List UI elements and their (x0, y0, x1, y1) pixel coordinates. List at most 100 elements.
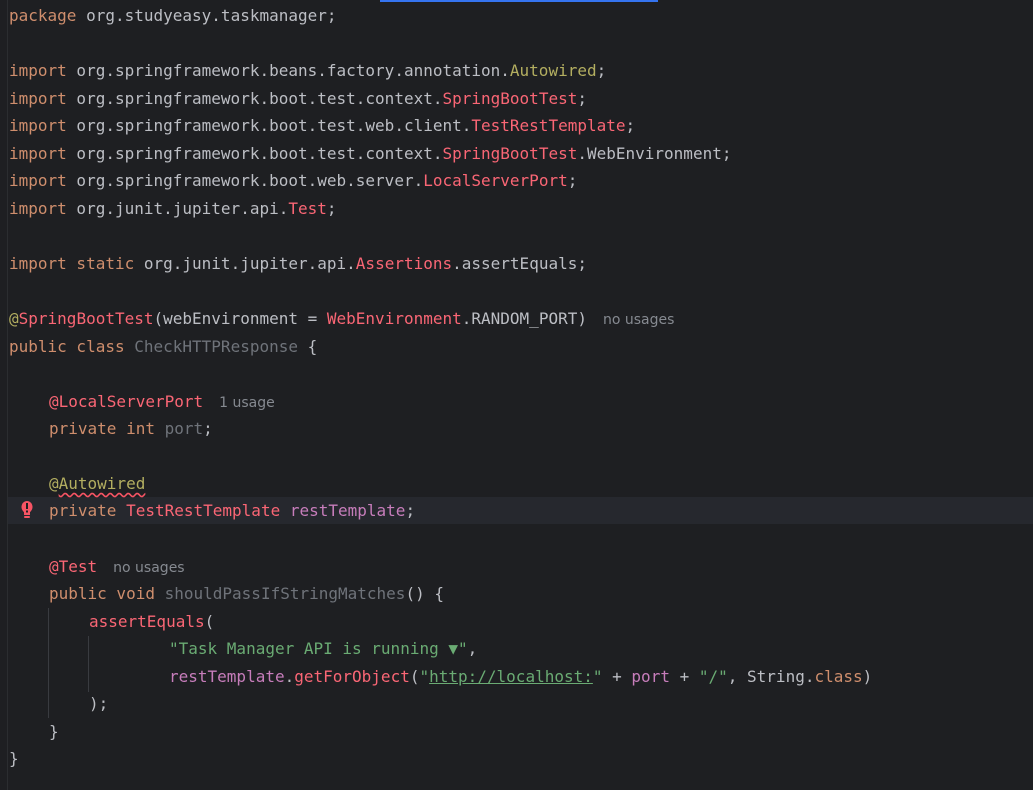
code-line-import[interactable]: import org.springframework.boot.test.web… (9, 112, 635, 140)
import-end: ; (567, 171, 578, 190)
method-name: shouldPassIfStringMatches (164, 584, 406, 603)
import-end: ; (596, 61, 607, 80)
close-paren: ) (862, 667, 873, 686)
import-class: Autowired (509, 61, 597, 80)
code-line-expected-arg[interactable]: "Task Manager API is running ▼", (169, 635, 477, 663)
import-path: org.springframework.boot.test.web.client… (66, 116, 472, 135)
keyword-package: package (9, 6, 77, 25)
semicolon: ; (405, 501, 416, 520)
code-line-import[interactable]: import org.springframework.beans.factory… (9, 57, 606, 85)
gutter-separator (7, 0, 8, 790)
code-line-close-method[interactable]: } (49, 718, 59, 746)
code-line-import[interactable]: import org.springframework.boot.test.con… (9, 140, 731, 168)
indent-guide (48, 608, 49, 718)
type-test-rest-template: TestRestTemplate (126, 501, 281, 520)
code-line-actual-arg[interactable]: restTemplate.getForObject("http://localh… (169, 663, 872, 691)
keyword-import-static: import static (9, 254, 135, 273)
field-rest-template-ref: restTemplate (169, 667, 285, 686)
indent-guide (88, 636, 89, 692)
url-link[interactable]: http://localhost: (429, 667, 593, 686)
import-end: .WebEnvironment; (577, 144, 732, 163)
code-line-autowired-annotation[interactable]: @Autowired (49, 470, 145, 498)
code-line-template-field[interactable]: private TestRestTemplate restTemplate; (49, 497, 415, 525)
usage-hint[interactable]: no usages (603, 312, 674, 328)
error-bulb-icon[interactable] (19, 500, 35, 522)
annotation-autowired[interactable]: Autowired (59, 474, 146, 493)
open-brace: { (298, 337, 318, 356)
annotation-test: @Test (49, 557, 98, 576)
field-port: port (164, 419, 204, 438)
open-paren: ( (204, 612, 215, 631)
method-assert-equals: assertEquals (89, 612, 205, 631)
enum-value: .RANDOM_PORT) (461, 309, 587, 328)
import-end: ; (326, 199, 337, 218)
keyword-import: import (9, 61, 67, 80)
string-quote: " (419, 667, 430, 686)
annotation-at: @ (9, 309, 19, 328)
comma: , (467, 639, 478, 658)
string-class-ref: , String. (727, 667, 815, 686)
import-class: SpringBootTest (442, 144, 578, 163)
import-path: org.springframework.boot.test.context. (66, 89, 443, 108)
annotation-local-server-port: @LocalServerPort (49, 392, 204, 411)
import-end: ; (625, 116, 636, 135)
keyword-import: import (9, 89, 67, 108)
code-line-class-declaration[interactable]: public class CheckHTTPResponse { (9, 333, 317, 361)
code-line-import[interactable]: import org.springframework.boot.web.serv… (9, 167, 577, 195)
code-line-package[interactable]: package org.studyeasy.taskmanager; (9, 2, 337, 30)
keyword-import: import (9, 171, 67, 190)
import-path: org.junit.jupiter.api. (66, 199, 289, 218)
code-line-import-static[interactable]: import static org.junit.jupiter.api.Asse… (9, 250, 587, 278)
annotation-at: @ (49, 474, 59, 493)
import-end: .assertEquals; (452, 254, 587, 273)
import-class: LocalServerPort (423, 171, 568, 190)
import-path: org.springframework.boot.web.server. (66, 171, 424, 190)
method-params: () { (405, 584, 444, 603)
plus-operator: + (602, 667, 632, 686)
code-line-close-call[interactable]: ); (89, 690, 108, 718)
code-line-assert-call[interactable]: assertEquals( (89, 608, 214, 636)
code-line-class-annotation[interactable]: @SpringBootTest(webEnvironment = WebEnvi… (9, 305, 674, 333)
string-expected: "Task Manager API is running ▼" (169, 639, 468, 658)
import-path: org.springframework.beans.factory.annota… (66, 61, 510, 80)
package-name: org.studyeasy.taskmanager; (76, 6, 337, 25)
code-line-import[interactable]: import org.junit.jupiter.api.Test; (9, 195, 337, 223)
keyword-public-void: public void (49, 584, 155, 603)
import-path: org.springframework.boot.test.context. (66, 144, 443, 163)
import-path: org.junit.jupiter.api. (134, 254, 356, 273)
keyword-import: import (9, 199, 67, 218)
usage-hint[interactable]: no usages (113, 560, 184, 576)
code-line-method-declaration[interactable]: public void shouldPassIfStringMatches() … (49, 580, 444, 608)
close-brace: } (9, 749, 19, 768)
string-quote: " (592, 667, 603, 686)
keyword-class: class (814, 667, 863, 686)
class-name: CheckHTTPResponse (134, 337, 298, 356)
tab-active-indicator (380, 0, 658, 2)
import-class: Assertions (355, 254, 453, 273)
string-slash: "/" (698, 667, 728, 686)
dot: . (284, 667, 295, 686)
code-line-test-annotation[interactable]: @Test no usages (49, 553, 185, 581)
keyword-private-int: private int (49, 419, 155, 438)
import-end: ; (577, 89, 587, 108)
usage-hint[interactable]: 1 usage (219, 395, 275, 411)
keyword-public-class: public class (9, 337, 125, 356)
close-brace: } (49, 722, 59, 741)
close-paren-semicolon: ); (89, 694, 109, 713)
field-rest-template: restTemplate (289, 501, 406, 520)
code-line-port-field[interactable]: private int port; (49, 415, 213, 443)
code-line-close-class[interactable]: } (9, 745, 19, 773)
keyword-import: import (9, 144, 67, 163)
plus-operator: + (669, 667, 699, 686)
enum-class: WebEnvironment (326, 309, 462, 328)
import-class: SpringBootTest (442, 89, 578, 108)
code-line-import[interactable]: import org.springframework.boot.test.con… (9, 85, 587, 113)
code-line-port-annotation[interactable]: @LocalServerPort 1 usage (49, 388, 275, 416)
method-get-for-object: getForObject (294, 667, 410, 686)
annotation-name: SpringBootTest (18, 309, 154, 328)
semicolon: ; (203, 419, 213, 438)
code-editor[interactable]: package org.studyeasy.taskmanager; impor… (0, 0, 1033, 790)
keyword-private: private (49, 501, 117, 520)
annotation-args: (webEnvironment = (153, 309, 327, 328)
import-class: TestRestTemplate (471, 116, 626, 135)
